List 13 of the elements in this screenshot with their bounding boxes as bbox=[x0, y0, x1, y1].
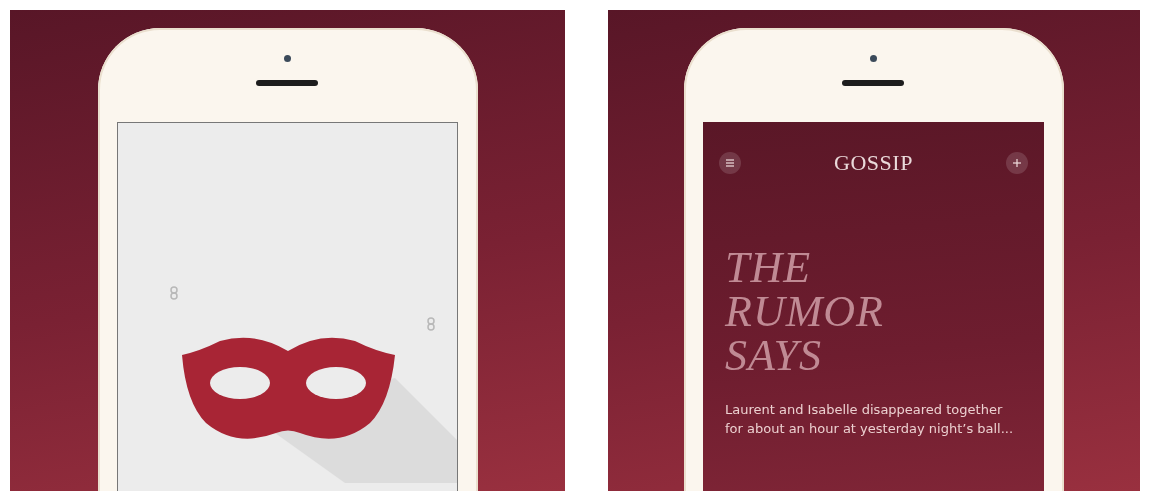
headline: THE RUMOR SAYS bbox=[725, 246, 884, 378]
ring-icon bbox=[167, 285, 180, 301]
rumor-text: Laurent and Isabelle disappeared together for about an hour at yesterday night’s ball... bbox=[725, 401, 1015, 438]
speaker-slot bbox=[842, 80, 904, 86]
filter-button[interactable] bbox=[719, 152, 741, 174]
app-logo: GOSSIP bbox=[834, 150, 913, 176]
camera-dot bbox=[870, 55, 877, 62]
add-button[interactable] bbox=[1006, 152, 1028, 174]
camera-dot bbox=[283, 55, 291, 62]
plus-icon bbox=[1012, 158, 1022, 168]
speaker-slot bbox=[255, 80, 318, 86]
ring-icon bbox=[424, 316, 437, 332]
filter-icon bbox=[725, 158, 735, 168]
